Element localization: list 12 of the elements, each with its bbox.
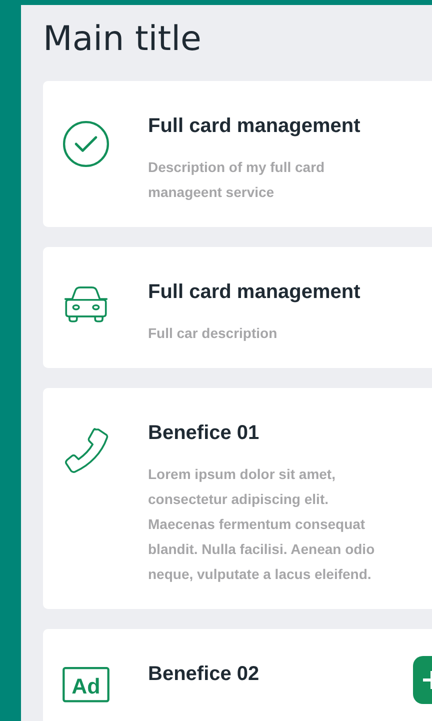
card-title: Full card management [148, 280, 362, 305]
card-title: Benefice 02 [148, 662, 260, 687]
service-card[interactable]: Benefice 01 Lorem ipsum dolor sit amet, consectetur adipiscing elit. Maecenas fermentum consequat blandit. Nulla facilisi. Aenean odio neque, vulputate a lacus eleifend. [43, 388, 432, 609]
card-description: Full car description [148, 324, 278, 343]
service-card[interactable]: Ad Benefice 02 [43, 629, 432, 721]
card-description: Description of my full card manageent service [148, 158, 326, 202]
card-title: Full card management [148, 114, 362, 139]
card-description: Lorem ipsum dolor sit amet, consectetur adipiscing elit. Maecenas fermentum consequat blandit. Nulla facilisi. Aenean odio neque, vulputate a lacus eleifend. [148, 465, 376, 584]
service-card[interactable]: Full card management Description of my full card manageent service [43, 81, 432, 227]
main-title: Main title [43, 19, 202, 59]
service-card[interactable]: Full card management Full car description [43, 247, 432, 368]
card-title: Benefice 01 [148, 421, 260, 446]
